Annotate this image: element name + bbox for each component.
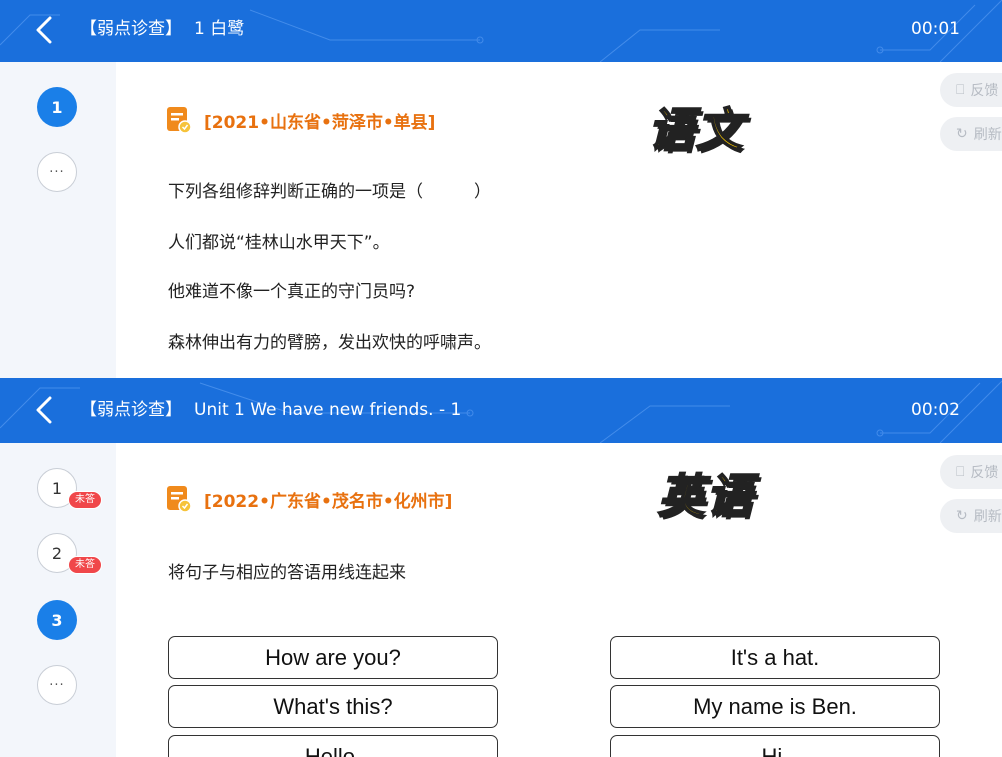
source-text: [2021•山东省•菏泽市•单县] bbox=[204, 112, 436, 133]
chinese-panel: 【弱点诊查】 1 白鹭 00:01 1 ··· [2021•山东省•菏泽市•单县]… bbox=[0, 0, 1002, 378]
question-stem: 将句子与相应的答语用线连起来 bbox=[168, 563, 406, 583]
question-line: 他难道不像一个真正的守门员吗? bbox=[168, 282, 416, 302]
page-title: 【弱点诊查】 1 白鹭 bbox=[80, 0, 244, 62]
question-nav-more[interactable]: ··· bbox=[37, 665, 77, 705]
title-main: 1 白鹭 bbox=[194, 19, 245, 39]
question-number: 1 bbox=[51, 478, 63, 498]
feedback-label: 反馈 bbox=[970, 83, 999, 99]
title-main: Unit 1 We have new friends. - 1 bbox=[194, 400, 462, 420]
refresh-icon: ↻ bbox=[956, 508, 968, 524]
question-source: [2022•广东省•茂名市•化州市] bbox=[166, 485, 452, 513]
english-panel: 【弱点诊查】 Unit 1 We have new friends. - 1 00… bbox=[0, 378, 1002, 757]
match-right-option-3[interactable]: Hi. bbox=[610, 735, 940, 757]
chevron-left-icon bbox=[36, 396, 52, 424]
question-nav: 1 未答 2 未答 3 ··· bbox=[0, 443, 116, 757]
question-line: 森林伸出有力的臂膀，发出欢快的呼啸声。 bbox=[168, 333, 491, 353]
question-nav: 1 ··· bbox=[0, 62, 116, 378]
feedback-icon: ⎕ bbox=[956, 464, 965, 480]
subject-label: 英语 bbox=[657, 468, 754, 524]
feedback-label: 反馈 bbox=[970, 465, 999, 481]
question-nav-item-3[interactable]: 3 bbox=[37, 600, 77, 640]
refresh-button[interactable]: ↻ 刷新 bbox=[940, 499, 1002, 533]
subject-label: 语文 bbox=[647, 102, 744, 158]
feedback-icon: ⎕ bbox=[956, 82, 965, 98]
refresh-label: 刷新 bbox=[973, 127, 1002, 143]
question-nav-item-1[interactable]: 1 bbox=[37, 87, 77, 127]
match-left-option-2[interactable]: What's this? bbox=[168, 685, 498, 728]
exam-source-icon bbox=[167, 107, 192, 134]
question-line: 人们都说“桂林山水甲天下”。 bbox=[168, 233, 390, 253]
timer: 00:01 bbox=[911, 19, 960, 39]
question-nav-item-1[interactable]: 1 未答 bbox=[37, 468, 102, 509]
back-button[interactable] bbox=[26, 10, 62, 50]
page-title: 【弱点诊查】 Unit 1 We have new friends. - 1 bbox=[80, 378, 461, 443]
match-left-option-3[interactable]: Hello. bbox=[168, 735, 498, 757]
question-nav-item-2[interactable]: 2 未答 bbox=[37, 533, 102, 574]
timer: 00:02 bbox=[911, 400, 960, 420]
question-nav-more[interactable]: ··· bbox=[37, 152, 77, 192]
title-prefix: 【弱点诊查】 bbox=[80, 19, 182, 39]
source-text: [2022•广东省•茂名市•化州市] bbox=[204, 491, 453, 512]
match-right-option-2[interactable]: My name is Ben. bbox=[610, 685, 940, 728]
unanswered-badge: 未答 bbox=[68, 556, 102, 574]
question-source: [2021•山东省•菏泽市•单县] bbox=[166, 106, 435, 134]
question-stem: 下列各组修辞判断正确的一项是（ ） bbox=[168, 182, 491, 202]
question-content: [2021•山东省•菏泽市•单县] 语文 下列各组修辞判断正确的一项是（ ） 人… bbox=[116, 62, 1002, 378]
top-bar: 【弱点诊查】 1 白鹭 00:01 bbox=[0, 0, 1002, 62]
top-bar: 【弱点诊查】 Unit 1 We have new friends. - 1 00… bbox=[0, 378, 1002, 443]
question-content: [2022•广东省•茂名市•化州市] 英语 将句子与相应的答语用线连起来 How… bbox=[116, 443, 1002, 757]
unanswered-badge: 未答 bbox=[68, 491, 102, 509]
chevron-left-icon bbox=[36, 16, 52, 44]
refresh-icon: ↻ bbox=[956, 126, 968, 142]
question-number: 2 bbox=[51, 543, 63, 563]
match-right-option-1[interactable]: It's a hat. bbox=[610, 636, 940, 679]
back-button[interactable] bbox=[26, 390, 62, 430]
title-prefix: 【弱点诊查】 bbox=[80, 400, 182, 420]
refresh-button[interactable]: ↻ 刷新 bbox=[940, 117, 1002, 151]
match-left-option-1[interactable]: How are you? bbox=[168, 636, 498, 679]
refresh-label: 刷新 bbox=[973, 509, 1002, 525]
exam-source-icon bbox=[167, 486, 192, 513]
feedback-button[interactable]: ⎕ 反馈 bbox=[940, 455, 1002, 489]
feedback-button[interactable]: ⎕ 反馈 bbox=[940, 73, 1002, 107]
